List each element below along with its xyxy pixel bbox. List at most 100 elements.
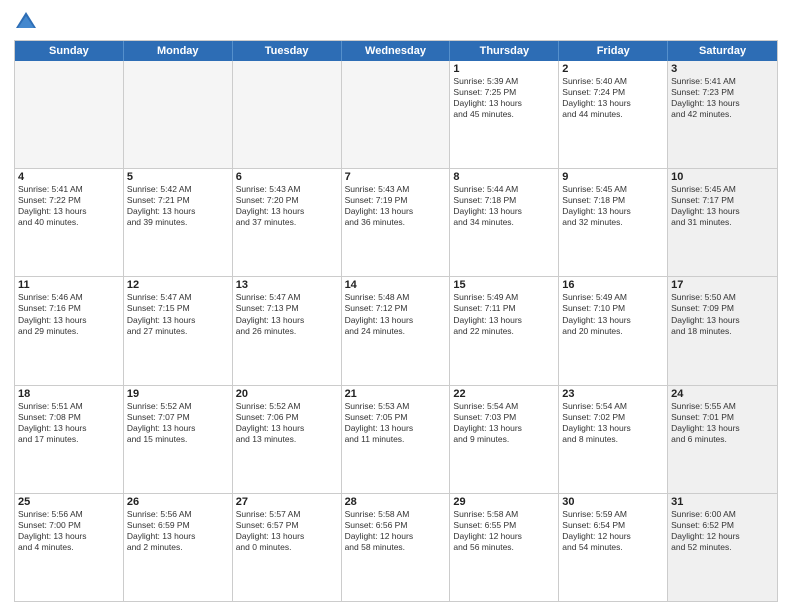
- day-number: 2: [562, 63, 664, 75]
- header-day: Monday: [124, 41, 233, 61]
- day-number: 14: [345, 279, 447, 291]
- calendar-cell: 15Sunrise: 5:49 AM Sunset: 7:11 PM Dayli…: [450, 277, 559, 384]
- calendar-cell: 5Sunrise: 5:42 AM Sunset: 7:21 PM Daylig…: [124, 169, 233, 276]
- calendar-cell: 30Sunrise: 5:59 AM Sunset: 6:54 PM Dayli…: [559, 494, 668, 601]
- day-number: 29: [453, 496, 555, 508]
- calendar-cell: 22Sunrise: 5:54 AM Sunset: 7:03 PM Dayli…: [450, 386, 559, 493]
- day-number: 16: [562, 279, 664, 291]
- calendar-cell: 2Sunrise: 5:40 AM Sunset: 7:24 PM Daylig…: [559, 61, 668, 168]
- day-number: 11: [18, 279, 120, 291]
- day-number: 18: [18, 388, 120, 400]
- cell-info: Sunrise: 5:47 AM Sunset: 7:13 PM Dayligh…: [236, 292, 338, 336]
- calendar-row: 1Sunrise: 5:39 AM Sunset: 7:25 PM Daylig…: [15, 61, 777, 169]
- day-number: 20: [236, 388, 338, 400]
- cell-info: Sunrise: 5:58 AM Sunset: 6:56 PM Dayligh…: [345, 509, 447, 553]
- day-number: 28: [345, 496, 447, 508]
- calendar-row: 11Sunrise: 5:46 AM Sunset: 7:16 PM Dayli…: [15, 277, 777, 385]
- calendar-cell: 31Sunrise: 6:00 AM Sunset: 6:52 PM Dayli…: [668, 494, 777, 601]
- day-number: 12: [127, 279, 229, 291]
- calendar-cell: 1Sunrise: 5:39 AM Sunset: 7:25 PM Daylig…: [450, 61, 559, 168]
- cell-info: Sunrise: 5:56 AM Sunset: 6:59 PM Dayligh…: [127, 509, 229, 553]
- cell-info: Sunrise: 5:43 AM Sunset: 7:19 PM Dayligh…: [345, 184, 447, 228]
- calendar-cell: 14Sunrise: 5:48 AM Sunset: 7:12 PM Dayli…: [342, 277, 451, 384]
- cell-info: Sunrise: 5:43 AM Sunset: 7:20 PM Dayligh…: [236, 184, 338, 228]
- cell-info: Sunrise: 5:56 AM Sunset: 7:00 PM Dayligh…: [18, 509, 120, 553]
- cell-info: Sunrise: 5:50 AM Sunset: 7:09 PM Dayligh…: [671, 292, 774, 336]
- cell-info: Sunrise: 5:44 AM Sunset: 7:18 PM Dayligh…: [453, 184, 555, 228]
- day-number: 4: [18, 171, 120, 183]
- cell-info: Sunrise: 5:54 AM Sunset: 7:02 PM Dayligh…: [562, 401, 664, 445]
- calendar-cell: 24Sunrise: 5:55 AM Sunset: 7:01 PM Dayli…: [668, 386, 777, 493]
- header-day: Thursday: [450, 41, 559, 61]
- page: SundayMondayTuesdayWednesdayThursdayFrid…: [0, 0, 792, 612]
- day-number: 6: [236, 171, 338, 183]
- cell-info: Sunrise: 5:47 AM Sunset: 7:15 PM Dayligh…: [127, 292, 229, 336]
- cell-info: Sunrise: 5:48 AM Sunset: 7:12 PM Dayligh…: [345, 292, 447, 336]
- calendar-body: 1Sunrise: 5:39 AM Sunset: 7:25 PM Daylig…: [15, 61, 777, 601]
- day-number: 26: [127, 496, 229, 508]
- calendar: SundayMondayTuesdayWednesdayThursdayFrid…: [14, 40, 778, 602]
- day-number: 13: [236, 279, 338, 291]
- day-number: 21: [345, 388, 447, 400]
- calendar-cell: [15, 61, 124, 168]
- cell-info: Sunrise: 5:41 AM Sunset: 7:22 PM Dayligh…: [18, 184, 120, 228]
- calendar-cell: 7Sunrise: 5:43 AM Sunset: 7:19 PM Daylig…: [342, 169, 451, 276]
- calendar-cell: 13Sunrise: 5:47 AM Sunset: 7:13 PM Dayli…: [233, 277, 342, 384]
- cell-info: Sunrise: 5:57 AM Sunset: 6:57 PM Dayligh…: [236, 509, 338, 553]
- calendar-row: 25Sunrise: 5:56 AM Sunset: 7:00 PM Dayli…: [15, 494, 777, 601]
- calendar-cell: 3Sunrise: 5:41 AM Sunset: 7:23 PM Daylig…: [668, 61, 777, 168]
- calendar-cell: 19Sunrise: 5:52 AM Sunset: 7:07 PM Dayli…: [124, 386, 233, 493]
- day-number: 5: [127, 171, 229, 183]
- cell-info: Sunrise: 5:55 AM Sunset: 7:01 PM Dayligh…: [671, 401, 774, 445]
- cell-info: Sunrise: 6:00 AM Sunset: 6:52 PM Dayligh…: [671, 509, 774, 553]
- header-day: Wednesday: [342, 41, 451, 61]
- calendar-cell: 29Sunrise: 5:58 AM Sunset: 6:55 PM Dayli…: [450, 494, 559, 601]
- day-number: 24: [671, 388, 774, 400]
- day-number: 22: [453, 388, 555, 400]
- logo-icon: [14, 10, 38, 34]
- calendar-cell: 10Sunrise: 5:45 AM Sunset: 7:17 PM Dayli…: [668, 169, 777, 276]
- day-number: 23: [562, 388, 664, 400]
- cell-info: Sunrise: 5:51 AM Sunset: 7:08 PM Dayligh…: [18, 401, 120, 445]
- cell-info: Sunrise: 5:49 AM Sunset: 7:10 PM Dayligh…: [562, 292, 664, 336]
- calendar-cell: 18Sunrise: 5:51 AM Sunset: 7:08 PM Dayli…: [15, 386, 124, 493]
- calendar-cell: 11Sunrise: 5:46 AM Sunset: 7:16 PM Dayli…: [15, 277, 124, 384]
- logo: [14, 10, 42, 34]
- cell-info: Sunrise: 5:52 AM Sunset: 7:06 PM Dayligh…: [236, 401, 338, 445]
- day-number: 27: [236, 496, 338, 508]
- calendar-cell: 9Sunrise: 5:45 AM Sunset: 7:18 PM Daylig…: [559, 169, 668, 276]
- calendar-cell: 4Sunrise: 5:41 AM Sunset: 7:22 PM Daylig…: [15, 169, 124, 276]
- calendar-header: SundayMondayTuesdayWednesdayThursdayFrid…: [15, 41, 777, 61]
- cell-info: Sunrise: 5:46 AM Sunset: 7:16 PM Dayligh…: [18, 292, 120, 336]
- cell-info: Sunrise: 5:49 AM Sunset: 7:11 PM Dayligh…: [453, 292, 555, 336]
- cell-info: Sunrise: 5:39 AM Sunset: 7:25 PM Dayligh…: [453, 76, 555, 120]
- day-number: 8: [453, 171, 555, 183]
- cell-info: Sunrise: 5:54 AM Sunset: 7:03 PM Dayligh…: [453, 401, 555, 445]
- calendar-cell: 12Sunrise: 5:47 AM Sunset: 7:15 PM Dayli…: [124, 277, 233, 384]
- cell-info: Sunrise: 5:41 AM Sunset: 7:23 PM Dayligh…: [671, 76, 774, 120]
- cell-info: Sunrise: 5:45 AM Sunset: 7:18 PM Dayligh…: [562, 184, 664, 228]
- calendar-cell: 21Sunrise: 5:53 AM Sunset: 7:05 PM Dayli…: [342, 386, 451, 493]
- calendar-cell: 27Sunrise: 5:57 AM Sunset: 6:57 PM Dayli…: [233, 494, 342, 601]
- header-day: Tuesday: [233, 41, 342, 61]
- header-day: Friday: [559, 41, 668, 61]
- calendar-cell: 26Sunrise: 5:56 AM Sunset: 6:59 PM Dayli…: [124, 494, 233, 601]
- calendar-cell: 23Sunrise: 5:54 AM Sunset: 7:02 PM Dayli…: [559, 386, 668, 493]
- cell-info: Sunrise: 5:59 AM Sunset: 6:54 PM Dayligh…: [562, 509, 664, 553]
- day-number: 7: [345, 171, 447, 183]
- day-number: 31: [671, 496, 774, 508]
- day-number: 3: [671, 63, 774, 75]
- header-day: Sunday: [15, 41, 124, 61]
- calendar-row: 18Sunrise: 5:51 AM Sunset: 7:08 PM Dayli…: [15, 386, 777, 494]
- calendar-cell: [233, 61, 342, 168]
- calendar-cell: [342, 61, 451, 168]
- cell-info: Sunrise: 5:52 AM Sunset: 7:07 PM Dayligh…: [127, 401, 229, 445]
- calendar-cell: 17Sunrise: 5:50 AM Sunset: 7:09 PM Dayli…: [668, 277, 777, 384]
- day-number: 9: [562, 171, 664, 183]
- day-number: 30: [562, 496, 664, 508]
- calendar-cell: 6Sunrise: 5:43 AM Sunset: 7:20 PM Daylig…: [233, 169, 342, 276]
- calendar-cell: [124, 61, 233, 168]
- cell-info: Sunrise: 5:42 AM Sunset: 7:21 PM Dayligh…: [127, 184, 229, 228]
- cell-info: Sunrise: 5:58 AM Sunset: 6:55 PM Dayligh…: [453, 509, 555, 553]
- day-number: 10: [671, 171, 774, 183]
